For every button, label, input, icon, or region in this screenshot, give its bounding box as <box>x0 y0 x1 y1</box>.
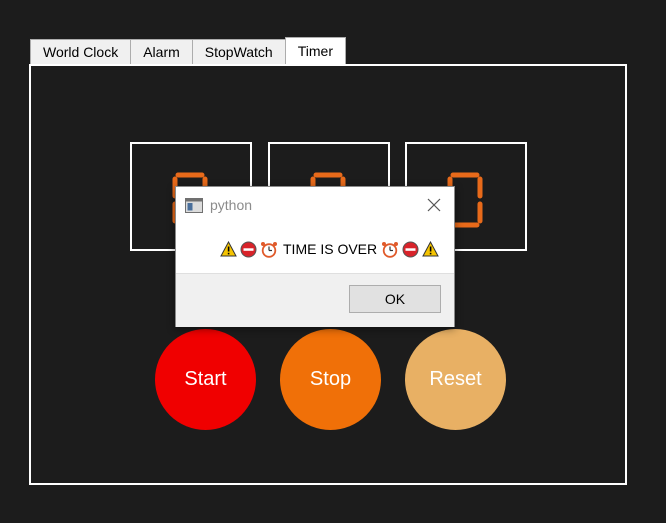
alarm-clock-icon <box>382 241 399 258</box>
dialog-message: TIME IS OVER <box>220 239 442 259</box>
tab-bar: World Clock Alarm StopWatch Timer <box>30 37 346 65</box>
warning-icon <box>220 241 237 257</box>
dialog-message-text: TIME IS OVER <box>283 241 378 257</box>
start-button[interactable]: Start <box>155 329 256 430</box>
app-window-icon <box>185 198 203 213</box>
no-entry-icon <box>402 241 419 257</box>
tab-world-clock[interactable]: World Clock <box>30 39 132 65</box>
reset-button[interactable]: Reset <box>405 329 506 430</box>
alarm-clock-icon <box>261 241 277 258</box>
tab-timer[interactable]: Timer <box>284 37 346 65</box>
stop-button[interactable]: Stop <box>280 329 381 430</box>
no-entry-icon <box>240 241 257 257</box>
close-icon[interactable] <box>427 198 441 212</box>
tab-alarm[interactable]: Alarm <box>130 39 193 65</box>
warning-icon <box>422 241 439 257</box>
dialog-title: python <box>210 197 253 213</box>
dialog-footer: OK <box>176 273 454 327</box>
ok-button[interactable]: OK <box>349 285 441 313</box>
message-dialog: python TIME IS OVER OK <box>175 186 455 327</box>
tab-stopwatch[interactable]: StopWatch <box>191 39 286 65</box>
dialog-titlebar: python <box>176 187 454 223</box>
